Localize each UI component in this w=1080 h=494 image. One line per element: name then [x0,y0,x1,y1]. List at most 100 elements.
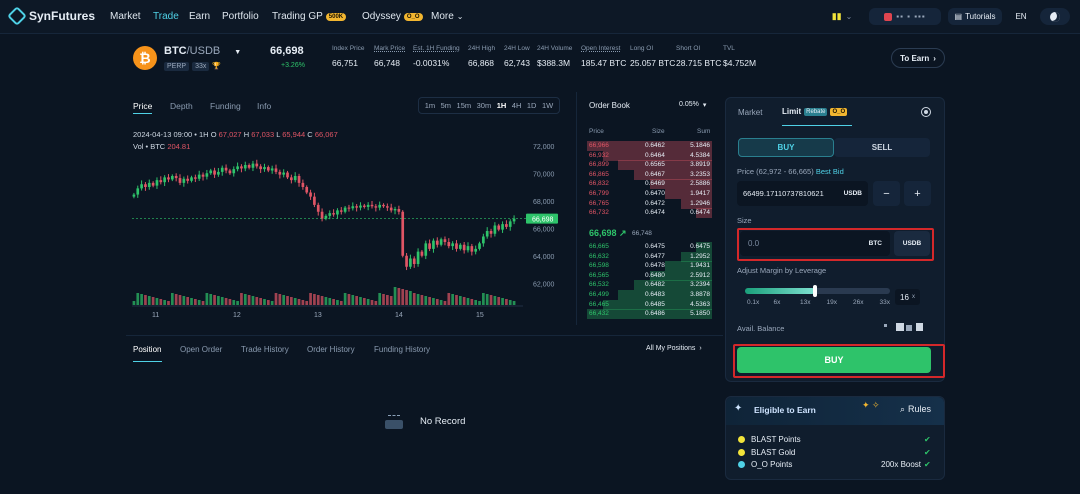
interval-30m[interactable]: 30m [477,101,492,110]
volume-bar [508,300,512,305]
candle-body [286,172,289,178]
settings-icon[interactable] [921,107,931,117]
orderbook-row[interactable]: 66,899 0.6565 3.8919 [587,160,712,171]
price-increment-button[interactable]: + [904,181,931,206]
volume-bar [140,294,143,305]
candle-body [378,204,382,208]
orderbook-row[interactable]: 66,532 0.6482 3.2394 [587,280,712,291]
tab-depth[interactable]: Depth [170,101,193,111]
nav-trade[interactable]: Trade [153,11,179,22]
tab-funding[interactable]: Funding [210,101,241,111]
tab-market-order[interactable]: Market [738,108,762,117]
orderbook-row[interactable]: 66,632 0.6477 1.2952 [587,251,712,262]
orderbook-size: 0.6475 [645,243,665,250]
best-bid-link[interactable]: Best Bid [816,167,844,176]
volume-bar [393,287,397,305]
orderbook-row[interactable]: 66,765 0.6472 1.2946 [587,198,712,209]
sell-side-toggle[interactable]: SELL [834,138,930,157]
stat-value: 28.715 BTC [676,58,722,68]
positions-tab-4[interactable]: Funding History [374,345,430,354]
orderbook-row[interactable]: 66,932 0.6464 4.5384 [587,150,712,161]
volume-bar [290,297,293,305]
sparkle-icon: ✦ [734,403,743,414]
orderbook-row[interactable]: 66,865 0.6467 3.2353 [587,169,712,180]
interval-4H[interactable]: 4H [512,101,522,110]
volume-bar [305,301,309,305]
brand-logo[interactable]: SynFutures [7,6,95,26]
leverage-slider-handle[interactable] [812,285,817,297]
divider [126,335,723,336]
positions-tab-3[interactable]: Order History [307,345,355,354]
volume-bar [439,300,443,305]
positions-tab-0[interactable]: Position [133,345,161,354]
interval-15m[interactable]: 15m [457,101,472,110]
orderbook-row[interactable]: 66,966 0.6462 5.1846 [587,141,712,151]
candle-body [220,167,224,172]
candle-body [443,239,447,242]
leverage-slider-track[interactable] [745,285,890,297]
nav-market[interactable]: Market [110,11,141,22]
language-selector[interactable]: EN [1009,8,1033,25]
stat-value: 25.057 BTC [630,58,676,68]
orderbook-row[interactable]: 66,799 0.6470 1.9417 [587,189,712,199]
candle-body [458,244,462,249]
interval-1H[interactable]: 1H [497,101,507,110]
candle-body [478,243,481,249]
volume-bar [213,295,216,305]
precision-selector[interactable]: 0.05% ▾ [679,101,706,109]
orderbook-row[interactable]: 66,432 0.6486 5.1850 [587,309,712,320]
nav-portfolio[interactable]: Portfolio [222,11,259,22]
orderbook-col-size: Size [652,128,665,135]
wallet-button[interactable]: ▪▪ ▪ ▪▪▪ [869,8,941,25]
earn-item-label: O_O Points [751,460,793,469]
orderbook-row[interactable]: 66,565 0.6480 2.5912 [587,270,712,281]
positions-tab-1[interactable]: Open Order [180,345,222,354]
candle-body [266,167,270,171]
orderbook-row[interactable]: 66,832 0.6469 2.5886 [587,179,712,190]
stat-4: 24H Low 62,743 [504,45,530,68]
rebate-badge: Rebate [804,107,828,116]
price-chart[interactable]: 72,000 70,000 68,000 66,000 64,000 62,000 66,6… [128,132,568,322]
all-positions-link[interactable]: All My Positions › [646,345,702,352]
stat-label: Index Price [332,45,365,52]
market-selector[interactable]: BTC/USDB ▼ [164,45,241,57]
volume-bar [151,297,155,305]
candle-body [393,209,397,211]
candle-body [474,248,478,252]
wallet-avatar-icon [884,12,893,21]
interval-1D[interactable]: 1D [527,101,537,110]
nav-more[interactable]: More ⌄ [431,11,464,22]
to-earn-button[interactable]: To Earn › [891,48,945,68]
orderbook-row[interactable]: 66,598 0.6478 1.9431 [587,261,712,272]
leverage-input[interactable]: 16 x [895,289,920,305]
orderbook-price: 66,499 [589,291,609,298]
candle-body [424,243,428,256]
tab-price[interactable]: Price [133,101,152,111]
nav-earn[interactable]: Earn [189,11,210,22]
nav-trading-gp[interactable]: Trading GP 500K [272,11,347,22]
interval-5m[interactable]: 5m [441,101,451,110]
positions-tab-2[interactable]: Trade History [241,345,289,354]
price-decrement-button[interactable]: − [873,181,900,206]
candle-body [178,178,182,183]
volume-bar [263,299,266,305]
tutorials-button[interactable]: ▤ Tutorials [948,8,1002,25]
orderbook-row[interactable]: 66,499 0.6483 3.8878 [587,290,712,300]
volume-bar [328,298,332,305]
rules-link[interactable]: ⌕ Rules [900,404,931,415]
tab-info[interactable]: Info [257,101,271,111]
candle-body [351,206,355,209]
interval-1m[interactable]: 1m [425,101,435,110]
x-tick-label: 12 [233,312,241,319]
orderbook-row[interactable]: 66,665 0.6475 0.6475 [587,242,712,252]
interval-1W[interactable]: 1W [542,101,553,110]
orderbook-col-sum: Sum [697,128,711,135]
nav-odyssey[interactable]: Odyssey O_O [362,11,423,22]
buy-side-toggle[interactable]: BUY [738,138,834,157]
network-selector[interactable]: ▮▮ ⌄ [828,8,856,25]
price-input[interactable]: 66499.17110737810621 USDB [737,181,868,206]
theme-toggle[interactable] [1040,8,1070,25]
orderbook-row[interactable]: 66,732 0.6474 0.6474 [587,208,712,219]
orderbook-row[interactable]: 66,465 0.6485 4.5363 [587,299,712,310]
tab-limit-order[interactable]: Limit Rebate O_O [782,107,848,116]
